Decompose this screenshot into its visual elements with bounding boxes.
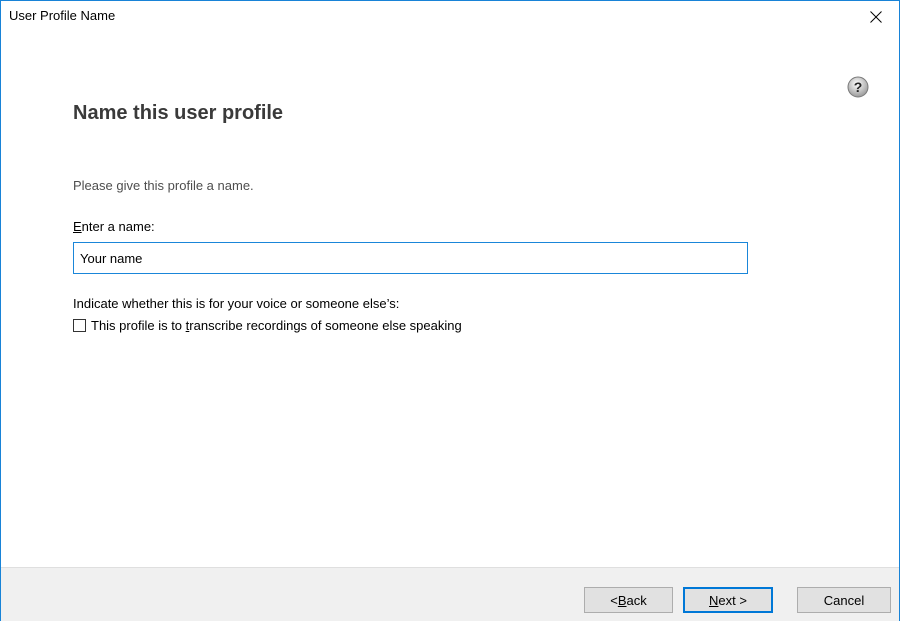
instruction-text: Please give this profile a name. bbox=[73, 178, 254, 193]
name-field-label: Enter a name: bbox=[73, 219, 155, 234]
back-button[interactable]: < Back bbox=[584, 587, 673, 613]
window-title: User Profile Name bbox=[9, 8, 116, 23]
close-icon bbox=[870, 11, 882, 23]
name-input[interactable] bbox=[73, 242, 748, 274]
voice-question-label: Indicate whether this is for your voice … bbox=[73, 296, 400, 311]
close-button[interactable] bbox=[853, 1, 899, 33]
someone-else-checkbox[interactable] bbox=[73, 319, 86, 332]
page-heading: Name this user profile bbox=[73, 102, 284, 124]
cancel-button[interactable]: Cancel bbox=[797, 587, 891, 613]
name-label-accelerator: E bbox=[73, 219, 82, 234]
someone-else-checkbox-label[interactable]: This profile is to transcribe recordings… bbox=[91, 318, 462, 333]
dialog-window: User Profile Name ? Name this user profi… bbox=[0, 0, 900, 621]
help-icon[interactable]: ? bbox=[847, 76, 869, 98]
help-icon-glyph: ? bbox=[854, 79, 863, 95]
title-bar: User Profile Name bbox=[1, 1, 899, 33]
someone-else-checkbox-row[interactable]: This profile is to transcribe recordings… bbox=[73, 318, 462, 333]
name-label-text: nter a name: bbox=[81, 219, 155, 234]
next-button[interactable]: Next > bbox=[683, 587, 773, 613]
